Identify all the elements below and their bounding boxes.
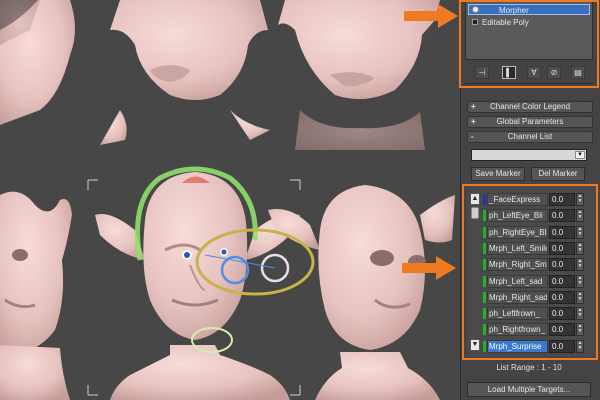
rollout-channel-list[interactable]: - Channel List <box>467 131 593 143</box>
rollout-channel-color-legend[interactable]: + Channel Color Legend <box>467 101 593 113</box>
rollout-title: Channel List <box>507 132 553 141</box>
head-morph-target-center <box>95 172 300 400</box>
chevron-down-icon[interactable]: ▼ <box>575 151 585 159</box>
arrow-right-icon <box>402 256 456 280</box>
rollout-title: Channel Color Legend <box>489 102 571 111</box>
list-range-label: List Range : 1 - 10 <box>496 363 562 372</box>
head-morph-target-bottom-right <box>268 185 455 400</box>
rollout-title: Global Parameters <box>496 117 564 126</box>
expand-icon: + <box>471 117 476 126</box>
head-morph-target-top-center <box>100 0 270 145</box>
save-marker-button[interactable]: Save Marker <box>471 167 525 181</box>
del-marker-button[interactable]: Del Marker <box>531 167 585 181</box>
head-morph-target-bottom-left <box>0 191 72 400</box>
expand-icon: + <box>471 102 476 111</box>
head-morph-target-top-left <box>0 0 75 125</box>
perspective-viewport[interactable] <box>0 0 460 400</box>
viewport-scene <box>0 0 455 400</box>
annotation-channel-list-highlight <box>462 184 598 360</box>
load-multiple-targets-button[interactable]: Load Multiple Targets... <box>467 382 591 397</box>
marker-dropdown[interactable]: ▼ <box>471 149 587 161</box>
annotation-modifier-panel-highlight <box>459 0 599 88</box>
arrow-right-icon <box>404 4 458 28</box>
collapse-icon: - <box>471 132 474 141</box>
rollout-global-parameters[interactable]: + Global Parameters <box>467 116 593 128</box>
